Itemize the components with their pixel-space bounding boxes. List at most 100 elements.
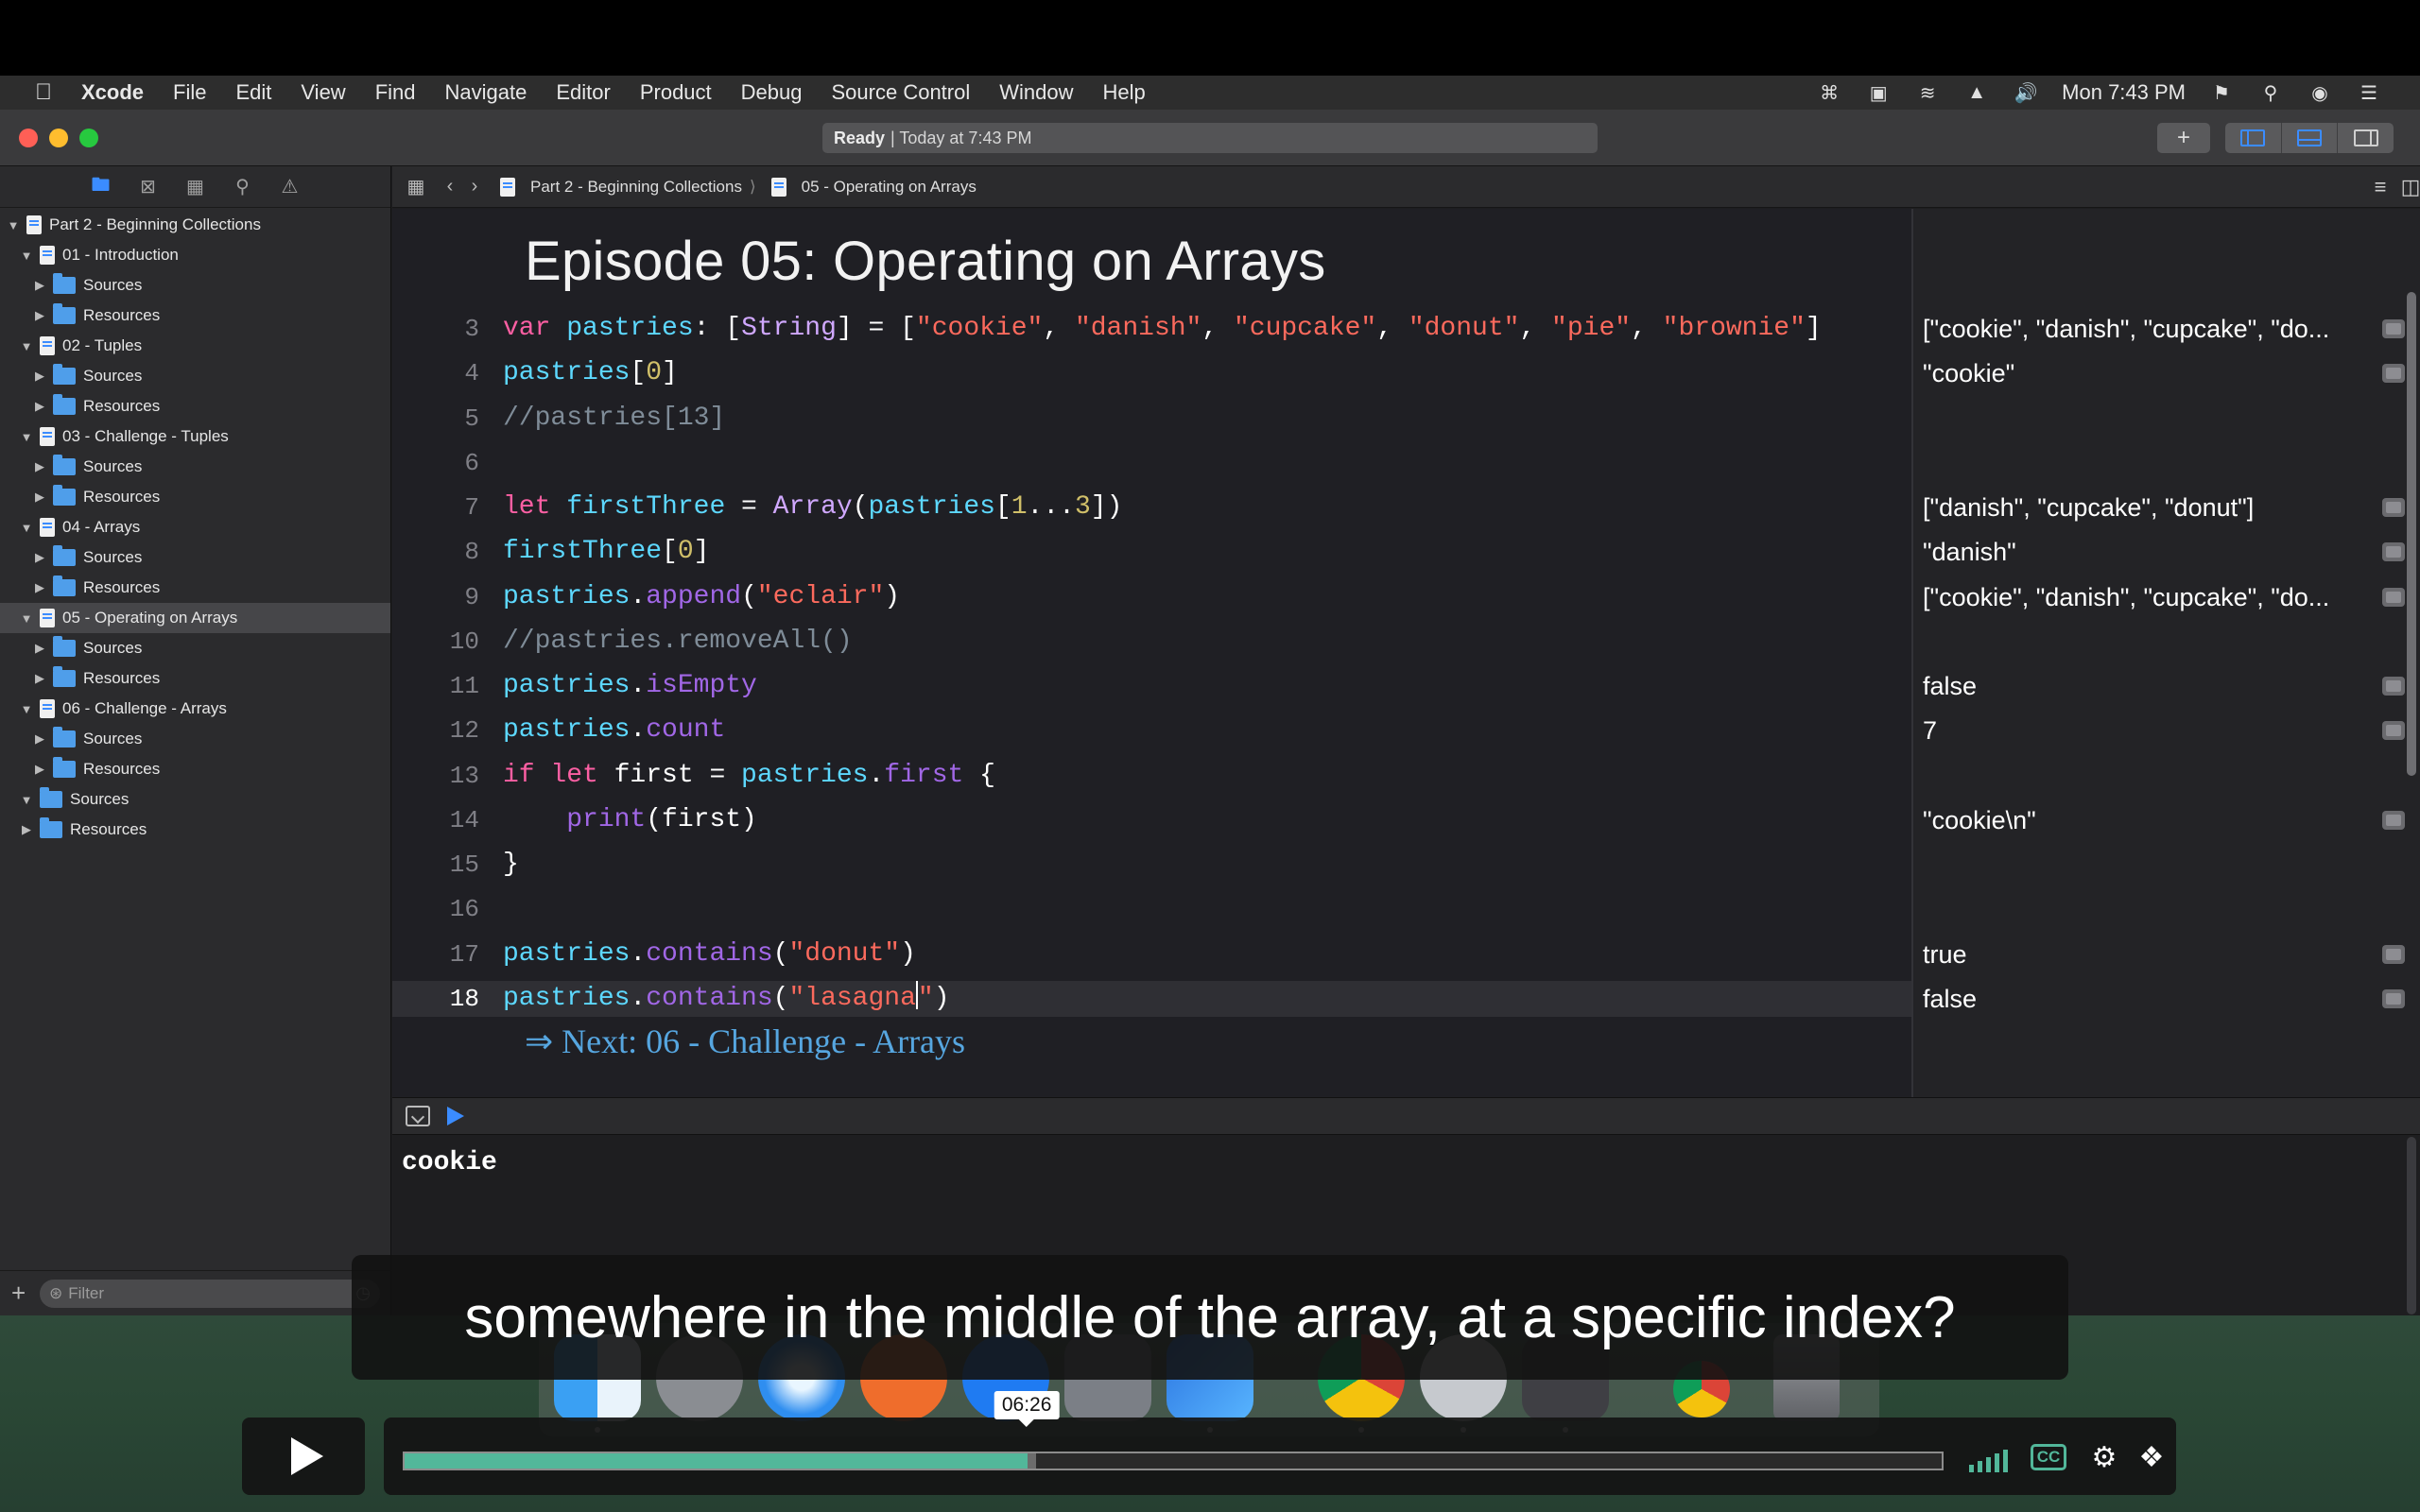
next-page-link[interactable]: ⇒ Next: 06 - Challenge - Arrays — [525, 1022, 965, 1061]
run-playground-icon[interactable] — [447, 1107, 464, 1125]
forward-chevron-icon[interactable]: › — [464, 176, 485, 198]
screen-record-icon[interactable]: ▣ — [1865, 81, 1892, 104]
menu-edit[interactable]: Edit — [235, 80, 271, 105]
issue-navigator-tab-icon[interactable]: ⚠ — [277, 174, 303, 200]
code-line[interactable]: 4 pastries[0] — [392, 355, 1911, 391]
menu-debug[interactable]: Debug — [741, 80, 803, 105]
disclosure-closed-icon[interactable]: ▶ — [32, 308, 47, 323]
disclosure-closed-icon[interactable]: ▶ — [19, 822, 34, 837]
code-line[interactable]: 5 //pastries[13] — [392, 401, 1911, 437]
quick-look-icon[interactable] — [2382, 677, 2405, 696]
tree-item[interactable]: ▶ Resources — [0, 301, 390, 331]
toggle-inspector-button[interactable] — [2338, 123, 2394, 153]
add-editor-icon[interactable]: ◫ — [2398, 175, 2420, 198]
disclosure-open-icon[interactable]: ▼ — [19, 339, 34, 353]
editor-options-icon[interactable]: ≡ — [2368, 175, 2393, 198]
tree-item[interactable]: ▶ Sources — [0, 361, 390, 391]
code-line[interactable]: 15} — [392, 847, 1911, 883]
quick-look-icon[interactable] — [2382, 319, 2405, 338]
tree-item[interactable]: ▼ 02 - Tuples — [0, 331, 390, 361]
play-button[interactable] — [242, 1418, 365, 1495]
airplay-icon[interactable]: ▲ — [1963, 81, 1990, 104]
tree-item[interactable]: ▶ Sources — [0, 270, 390, 301]
tree-item[interactable]: ▶ Sources — [0, 542, 390, 573]
tree-item[interactable]: ▶ Resources — [0, 754, 390, 784]
menu-file[interactable]: File — [173, 80, 206, 105]
back-chevron-icon[interactable]: ‹ — [440, 176, 460, 198]
tree-item[interactable]: ▶ Resources — [0, 391, 390, 421]
breadcrumb-page[interactable]: 05 - Operating on Arrays — [770, 177, 977, 197]
hide-debug-area-icon[interactable] — [406, 1106, 430, 1126]
quick-look-icon[interactable] — [2382, 988, 2405, 1008]
code-line[interactable]: 14 print(first) — [392, 802, 1911, 838]
add-file-button[interactable]: + — [11, 1279, 30, 1308]
zoom-window-button[interactable] — [79, 129, 98, 147]
minimize-window-button[interactable] — [49, 129, 68, 147]
tree-item[interactable]: ▶ Sources — [0, 724, 390, 754]
tree-item[interactable]: ▶ Sources — [0, 452, 390, 482]
tree-item[interactable]: ▶ Resources — [0, 815, 390, 845]
tree-item[interactable]: ▶ Resources — [0, 663, 390, 694]
disclosure-closed-icon[interactable]: ▶ — [32, 399, 47, 414]
quick-look-icon[interactable] — [2382, 587, 2405, 607]
volume-icon[interactable]: 🔊 — [2013, 81, 2039, 104]
seek-bar[interactable] — [403, 1452, 1944, 1470]
input-flag-icon[interactable]: ⚑ — [2208, 81, 2235, 104]
menu-window[interactable]: Window — [999, 80, 1073, 105]
code-line[interactable]: 18 pastries.contains("lasagna") — [392, 980, 1911, 1017]
code-line[interactable]: 13 if let first = pastries.first { — [392, 758, 1911, 794]
disclosure-closed-icon[interactable]: ▶ — [32, 641, 47, 656]
disclosure-closed-icon[interactable]: ▶ — [32, 731, 47, 747]
project-navigator-tab-icon[interactable]: 🖿 — [88, 174, 114, 200]
code-line[interactable]: 9 pastries.append("eclair") — [392, 579, 1911, 615]
disclosure-closed-icon[interactable]: ▶ — [32, 369, 47, 384]
filter-input[interactable]: ⊛ Filter ◷ — [40, 1279, 380, 1308]
code-line[interactable]: 16 — [392, 891, 1911, 927]
disclosure-closed-icon[interactable]: ▶ — [32, 762, 47, 777]
disclosure-open-icon[interactable]: ▼ — [6, 218, 21, 232]
menu-app-name[interactable]: Xcode — [81, 80, 144, 105]
disclosure-open-icon[interactable]: ▼ — [19, 702, 34, 716]
tree-item[interactable]: ▼ 06 - Challenge - Arrays — [0, 694, 390, 724]
closed-captions-button[interactable]: CC — [2027, 1438, 2070, 1476]
related-items-icon[interactable]: ▦ — [406, 177, 426, 198]
menu-source-control[interactable]: Source Control — [832, 80, 971, 105]
quick-look-icon[interactable] — [2382, 498, 2405, 517]
quick-look-icon[interactable] — [2382, 810, 2405, 830]
disclosure-open-icon[interactable]: ▼ — [19, 521, 34, 535]
quick-look-icon[interactable] — [2382, 542, 2405, 562]
tree-item[interactable]: ▼ 03 - Challenge - Tuples — [0, 421, 390, 452]
menu-clock[interactable]: Mon 7:43 PM — [2062, 80, 2186, 105]
disclosure-closed-icon[interactable]: ▶ — [32, 278, 47, 293]
close-window-button[interactable] — [19, 129, 38, 147]
code-line[interactable]: 17 pastries.contains("donut") — [392, 936, 1911, 972]
console-scrollbar[interactable] — [2407, 1137, 2416, 1314]
toggle-debug-area-button[interactable] — [2282, 123, 2339, 153]
volume-level-icon[interactable] — [1964, 1444, 2012, 1472]
disclosure-closed-icon[interactable]: ▶ — [32, 671, 47, 686]
quick-look-icon[interactable] — [2382, 721, 2405, 741]
tree-item[interactable]: ▶ Sources — [0, 633, 390, 663]
disclosure-closed-icon[interactable]: ▶ — [32, 459, 47, 474]
settings-gear-icon[interactable]: ⚙ — [2085, 1438, 2123, 1476]
tree-item[interactable]: ▼ 05 - Operating on Arrays — [0, 603, 390, 633]
menu-product[interactable]: Product — [640, 80, 712, 105]
find-navigator-tab-icon[interactable]: ⚲ — [230, 174, 256, 200]
siri-icon[interactable]: ◉ — [2307, 81, 2333, 104]
code-line[interactable]: 8 firstThree[0] — [392, 534, 1911, 570]
code-line[interactable]: 3 var pastries: [String] = ["cookie", "da… — [392, 311, 1911, 347]
disclosure-closed-icon[interactable]: ▶ — [32, 550, 47, 565]
quick-look-icon[interactable] — [2382, 364, 2405, 384]
tree-item[interactable]: ▼ 04 - Arrays — [0, 512, 390, 542]
disclosure-closed-icon[interactable]: ▶ — [32, 490, 47, 505]
wifi-icon[interactable]: ≋ — [1914, 81, 1941, 104]
library-add-button[interactable]: + — [2157, 123, 2210, 153]
menu-editor[interactable]: Editor — [556, 80, 610, 105]
disclosure-open-icon[interactable]: ▼ — [19, 430, 34, 444]
menu-help[interactable]: Help — [1103, 80, 1146, 105]
disclosure-open-icon[interactable]: ▼ — [19, 793, 34, 807]
apple-menu-icon[interactable]:  — [30, 79, 57, 106]
disclosure-open-icon[interactable]: ▼ — [19, 611, 34, 626]
tree-item[interactable]: ▶ Resources — [0, 573, 390, 603]
tree-item[interactable]: ▼ Sources — [0, 784, 390, 815]
